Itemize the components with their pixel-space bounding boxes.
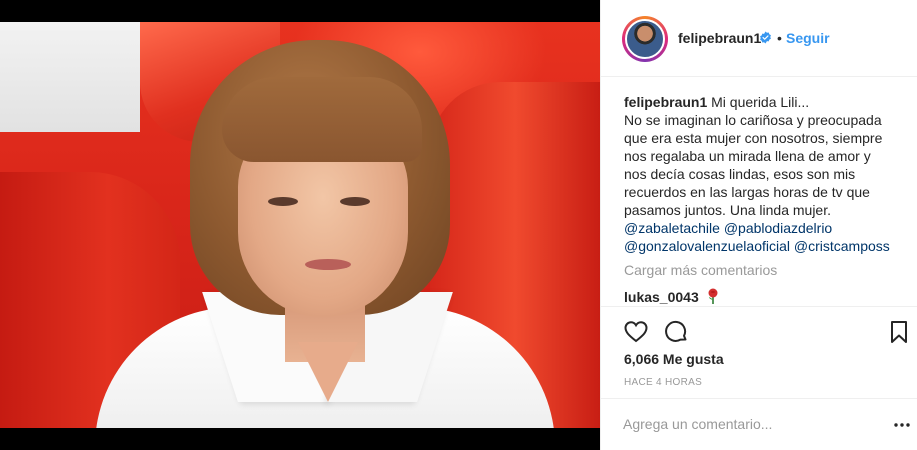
bookmark-icon[interactable]	[886, 319, 912, 345]
caption-line: nos regalaba un mirada llena de amor y	[624, 148, 871, 164]
profile-avatar[interactable]	[622, 16, 668, 62]
post-side-panel: felipebraun1 • Seguir felipebraun1 Mi qu…	[600, 0, 917, 450]
more-options-icon[interactable]	[893, 416, 911, 434]
post-image-frame	[0, 0, 600, 450]
caption-line: Mi querida Lili...	[711, 94, 810, 110]
caption-line: nos decía cosas lindas, esos son mis	[624, 166, 856, 182]
post-header: felipebraun1 • Seguir	[601, 0, 917, 77]
caption-line: que era esta mujer con nosotros, siempre	[624, 130, 883, 146]
separator-dot: •	[777, 30, 782, 46]
post-caption: felipebraun1 Mi querida Lili... No se im…	[624, 93, 904, 255]
follow-button[interactable]: Seguir	[786, 30, 830, 46]
load-more-comments-link[interactable]: Cargar más comentarios	[624, 262, 777, 278]
add-comment-input[interactable]	[623, 413, 863, 435]
comment-bubble-icon[interactable]	[663, 319, 689, 345]
rose-icon	[708, 288, 718, 304]
mention-link[interactable]: @cristcamposs	[794, 238, 890, 254]
mention-link[interactable]: @gonzalovalenzuelaoficial	[624, 238, 790, 254]
mention-link[interactable]: @pablodiazdelrio	[724, 220, 832, 236]
post-actions: 6,066 Me gusta HACE 4 HORAS	[601, 306, 917, 411]
post-timestamp[interactable]: HACE 4 HORAS	[624, 377, 702, 388]
caption-line: pasamos juntos. Una linda mujer.	[624, 202, 831, 218]
verified-badge-icon	[760, 31, 771, 44]
comment-username[interactable]: lukas_0043	[624, 289, 699, 305]
comment-item: lukas_0043	[624, 288, 720, 305]
caption-username[interactable]: felipebraun1	[624, 94, 707, 110]
avatar-image	[625, 19, 665, 59]
post-username[interactable]: felipebraun1	[678, 30, 761, 46]
caption-line: recuerdos en las largas horas de tv que	[624, 184, 870, 200]
post-photo[interactable]	[0, 22, 600, 428]
add-comment-bar	[601, 398, 917, 450]
heart-icon[interactable]	[623, 319, 649, 345]
mention-link[interactable]: @zabaletachile	[624, 220, 720, 236]
caption-line: No se imaginan lo cariñosa y preocupada	[624, 112, 882, 128]
likes-count[interactable]: 6,066 Me gusta	[624, 351, 724, 367]
